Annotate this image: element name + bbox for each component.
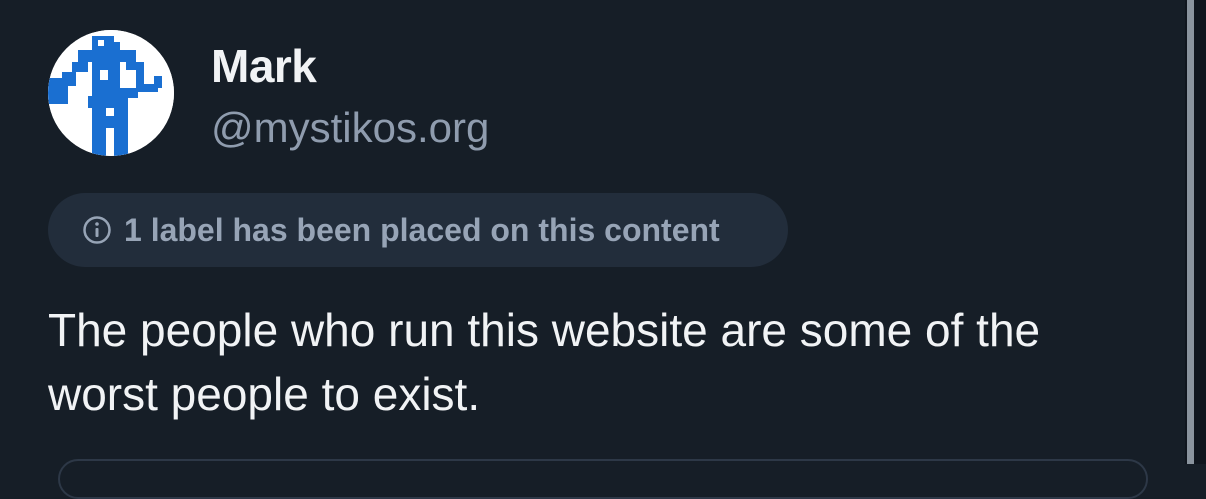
author-display-name[interactable]: Mark (211, 38, 317, 94)
embedded-card[interactable] (58, 459, 1148, 499)
info-circle-icon (83, 216, 111, 244)
post-body-text: The people who run this website are some… (48, 304, 1041, 420)
scrollbar[interactable] (1185, 0, 1206, 464)
scrollbar-thumb[interactable] (1187, 0, 1194, 464)
moderation-label-button[interactable]: 1 label has been placed on this content (48, 193, 788, 267)
post-card[interactable]: Mark @mystikos.org 1 label has been plac… (0, 0, 1185, 499)
author-avatar[interactable] (48, 30, 174, 156)
moderation-label-text: 1 label has been placed on this content (124, 212, 720, 248)
author-handle[interactable]: @mystikos.org (211, 102, 489, 154)
avatar-pixel-figure-icon (48, 30, 174, 156)
